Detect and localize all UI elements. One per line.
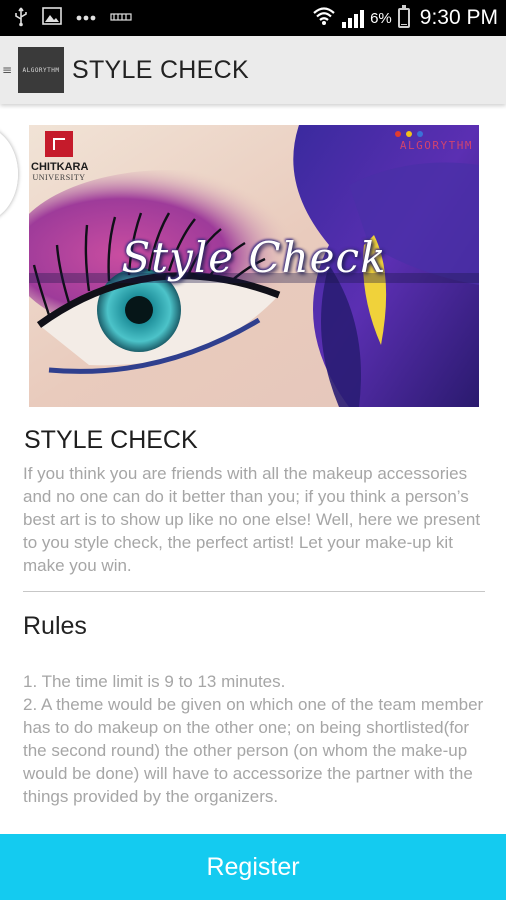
status-time: 9:30 PM [419,6,498,29]
chitkara-mark-icon [45,131,73,157]
banner-title: Style Check [121,233,387,282]
algorythm-logo: ALGORYTHM [395,131,473,152]
algorythm-dots-icon [395,131,423,137]
status-notifications [14,6,132,30]
drawer-menu-icon[interactable]: ≡ [0,36,14,104]
wifi-icon [312,6,336,31]
rules-heading: Rules [23,612,87,640]
rules-list: 1. The time limit is 9 to 13 minutes. 2.… [23,670,489,808]
app-logo[interactable]: ALGORYTHM [18,47,64,93]
signal-icon [342,8,365,28]
event-banner: CHITKARA UNIVERSITY ALGORYTHM Style Chec… [29,125,479,407]
status-system: 6% 9:30 PM [312,5,498,31]
status-bar: 6% 9:30 PM [0,0,506,36]
chitkara-logo-sub: UNIVERSITY [32,173,86,182]
event-content[interactable]: CHITKARA UNIVERSITY ALGORYTHM Style Chec… [0,104,506,834]
action-bar: ≡ ALGORYTHM STYLE CHECK [0,36,506,104]
page-title: STYLE CHECK [72,55,249,84]
voicemail-icon [110,9,132,27]
usb-icon [14,7,28,30]
rule-item: 1. The time limit is 9 to 13 minutes. [23,672,286,691]
battery-percent: 6% [370,9,392,27]
event-description: If you think you are friends with all th… [23,464,481,575]
event-title: STYLE CHECK [24,426,198,454]
chitkara-logo: CHITKARA UNIVERSITY [31,131,89,182]
app-logo-text: ALGORYTHM [22,66,60,74]
chitkara-logo-name: CHITKARA [31,161,89,173]
more-dots-icon [76,9,96,27]
battery-level [400,24,407,25]
section-divider [23,591,485,592]
drawer-edge-indicator[interactable] [0,126,18,222]
rule-item: 2. A theme would be given on which one o… [23,695,484,806]
register-button[interactable]: Register [0,834,506,900]
image-icon [42,6,62,30]
algorythm-logo-name: ALGORYTHM [399,139,473,152]
register-button-label: Register [206,852,300,881]
battery-icon [397,5,410,28]
